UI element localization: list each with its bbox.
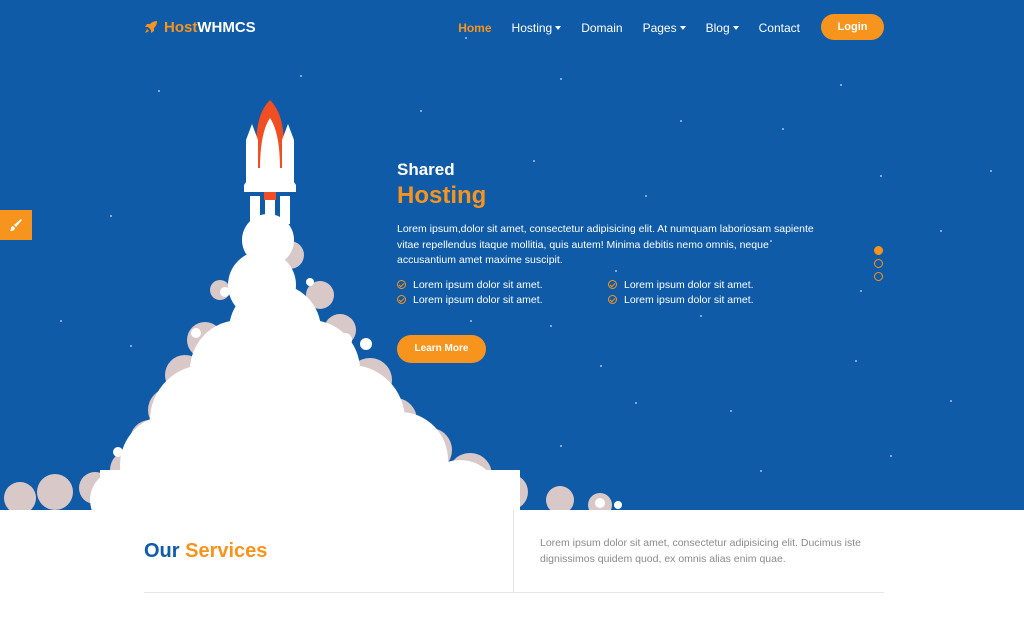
feature-item: Lorem ipsum dolor sit amet. [608,294,808,306]
check-circle-icon [608,280,617,289]
rocket-icon [145,21,157,33]
logo-text-whmcs: WHMCS [197,19,256,36]
top-navbar: HostWHMCS Home Hosting Domain Pages Blog… [144,14,884,42]
caret-down-icon [555,26,562,30]
slider-pagination [874,246,883,285]
services-section: Our Services Lorem ipsum dolor sit amet,… [0,510,1024,639]
vertical-divider [513,510,514,592]
feature-text: Lorem ipsum dolor sit amet. [413,293,543,306]
nav-item-pages-label: Pages [642,21,677,35]
slide-dot-2[interactable] [874,259,883,268]
paintbrush-icon [10,219,22,231]
learn-more-button[interactable]: Learn More [397,335,486,363]
hero-title: Hosting [397,182,487,209]
services-heading-part2: Services [185,540,268,562]
nav-item-blog-label: Blog [705,21,730,35]
check-circle-icon [397,295,406,304]
nav-item-home[interactable]: Home [458,21,491,35]
feature-item: Lorem ipsum dolor sit amet. [397,294,608,306]
caret-down-icon [732,26,739,30]
hero-section: HostWHMCS Home Hosting Domain Pages Blog… [0,0,1024,510]
nav-item-blog[interactable]: Blog [706,21,739,35]
feature-item: Lorem ipsum dolor sit amet. [608,279,808,291]
feature-item: Lorem ipsum dolor sit amet. [397,279,608,291]
nav-item-pages[interactable]: Pages [643,21,686,35]
feature-list: Lorem ipsum dolor sit amet. Lorem ipsum … [397,279,827,306]
hero-description: Lorem ipsum,dolor sit amet, consectetur … [397,223,814,266]
nav-item-hosting-label: Hosting [511,21,553,35]
login-button[interactable]: Login [821,14,884,40]
check-circle-icon [397,280,406,289]
rocket-icon [244,100,296,224]
logo-text-host: Host [164,19,198,36]
feature-text: Lorem ipsum dolor sit amet. [624,293,754,306]
nav-item-contact[interactable]: Contact [759,21,800,35]
hero-subtitle: Shared [397,160,455,179]
horizontal-divider [144,592,884,593]
services-description: Lorem ipsum dolor sit amet, consectetur … [540,537,861,565]
main-menu: Home Hosting Domain Pages Blog Contact [438,21,800,35]
nav-item-hosting[interactable]: Hosting [512,21,562,35]
slide-dot-1[interactable] [874,246,883,255]
hero-content: Shared Hosting Lorem ipsum,dolor sit ame… [397,160,827,363]
services-heading: Our Services [144,540,267,563]
nav-item-domain[interactable]: Domain [581,21,622,35]
slide-dot-3[interactable] [874,272,883,281]
check-circle-icon [608,295,617,304]
brand-logo[interactable]: HostWHMCS [144,19,256,36]
caret-down-icon [679,26,686,30]
theme-customizer-toggle[interactable] [0,210,32,240]
feature-text: Lorem ipsum dolor sit amet. [413,278,543,291]
services-heading-part1: Our [144,540,180,562]
feature-text: Lorem ipsum dolor sit amet. [624,278,754,291]
